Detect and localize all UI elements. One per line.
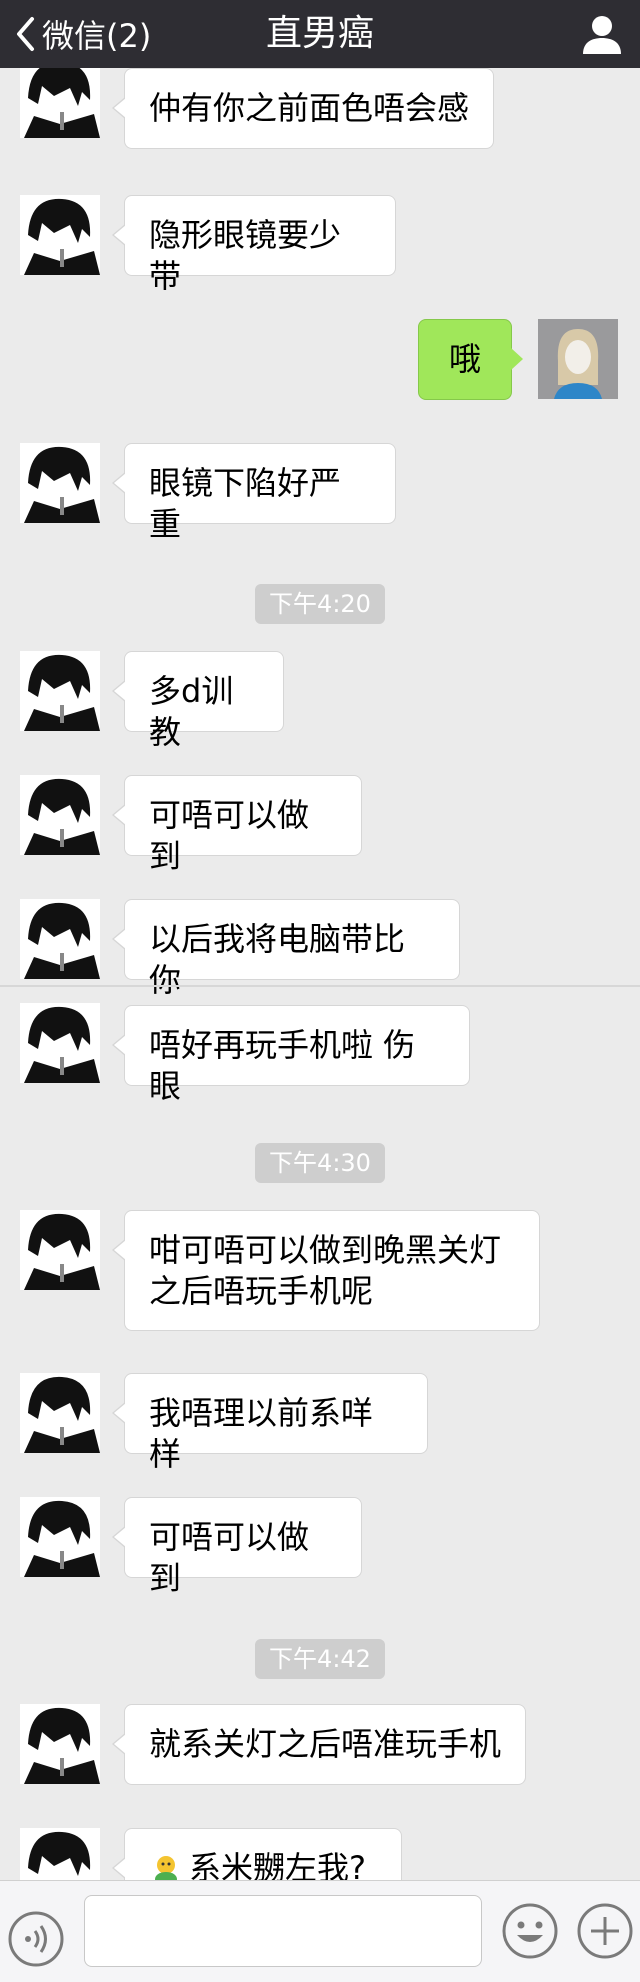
sticker-emoji-icon — [155, 1856, 177, 1880]
message-text: 唔好再玩手机啦 伤眼 — [149, 1026, 416, 1105]
timestamp: 下午4:30 — [0, 1143, 640, 1183]
message-bubble[interactable]: 隐形眼镜要少带 — [112, 195, 396, 295]
message-text: 我唔理以前系咩样 — [149, 1394, 374, 1473]
contact-avatar[interactable] — [20, 899, 100, 979]
contact-avatar[interactable] — [20, 1497, 100, 1577]
contact-avatar[interactable] — [20, 1003, 100, 1083]
message-text: 多d训教 — [149, 672, 234, 751]
message-text: 仲有你之前面色唔会感 — [149, 89, 470, 127]
contact-avatar[interactable] — [20, 1373, 100, 1453]
message-text: 以后我将电脑带比你 — [149, 920, 406, 999]
chat-area[interactable]: 仲有你之前面色唔会感 隐形眼镜要少带 哦 眼镜下陷好严重 下午4:20 多d训教 — [0, 68, 640, 1880]
contact-avatar[interactable] — [20, 443, 100, 523]
back-label: 微信(2) — [42, 17, 152, 55]
message-bubble[interactable]: 可唔可以做到 — [112, 775, 362, 875]
contact-avatar[interactable] — [20, 1704, 100, 1784]
timestamp-text: 下午4:42 — [255, 1639, 385, 1679]
timestamp: 下午4:20 — [0, 584, 640, 624]
message-bubble[interactable]: 我唔理以前系咩样 — [112, 1373, 428, 1473]
voice-icon[interactable] — [6, 1909, 66, 1969]
screenshot-seam — [0, 985, 640, 987]
back-button[interactable]: 微信(2) — [14, 0, 151, 68]
emoji-icon[interactable] — [500, 1901, 560, 1961]
contact-avatar[interactable] — [20, 68, 100, 138]
timestamp: 下午4:42 — [0, 1639, 640, 1679]
message-text: 眼镜下陷好严重 — [149, 464, 342, 543]
message-text: 咁可唔可以做到晚黑关灯之后唔玩手机呢 — [149, 1231, 502, 1310]
person-icon[interactable] — [580, 12, 624, 56]
message-bubble[interactable]: 眼镜下陷好严重 — [112, 443, 396, 543]
contact-avatar[interactable] — [20, 1828, 100, 1880]
message-text: 系米嬲左我? — [189, 1849, 366, 1880]
message-bubble[interactable]: 唔好再玩手机啦 伤眼 — [112, 1005, 470, 1105]
input-toolbar — [0, 1880, 640, 1982]
contact-avatar[interactable] — [20, 651, 100, 731]
message-bubble[interactable]: 仲有你之前面色唔会感 — [112, 68, 494, 149]
message-bubble[interactable]: 咁可唔可以做到晚黑关灯之后唔玩手机呢 — [112, 1210, 540, 1331]
plus-icon[interactable] — [575, 1901, 635, 1961]
timestamp-text: 下午4:20 — [255, 584, 385, 624]
message-text: 哦 — [448, 340, 481, 378]
contact-avatar[interactable] — [20, 775, 100, 855]
message-bubble[interactable]: 哦 — [418, 319, 523, 400]
contact-avatar[interactable] — [20, 195, 100, 275]
navigation-bar: 微信(2) 直男癌 — [0, 0, 640, 68]
message-bubble[interactable]: 以后我将电脑带比你 — [112, 899, 460, 999]
chevron-left-icon — [17, 17, 34, 51]
message-text: 隐形眼镜要少带 — [149, 216, 342, 295]
contact-avatar[interactable] — [20, 1210, 100, 1290]
message-bubble[interactable]: 系米嬲左我? — [112, 1828, 402, 1880]
message-text: 可唔可以做到 — [149, 796, 310, 875]
message-text: 可唔可以做到 — [149, 1518, 310, 1597]
timestamp-text: 下午4:30 — [255, 1143, 385, 1183]
message-bubble[interactable]: 多d训教 — [112, 651, 284, 751]
user-avatar[interactable] — [538, 319, 618, 399]
message-input[interactable] — [84, 1895, 482, 1967]
message-bubble[interactable]: 可唔可以做到 — [112, 1497, 362, 1597]
message-bubble[interactable]: 就系关灯之后唔准玩手机 — [112, 1704, 526, 1785]
message-text: 就系关灯之后唔准玩手机 — [149, 1725, 502, 1763]
